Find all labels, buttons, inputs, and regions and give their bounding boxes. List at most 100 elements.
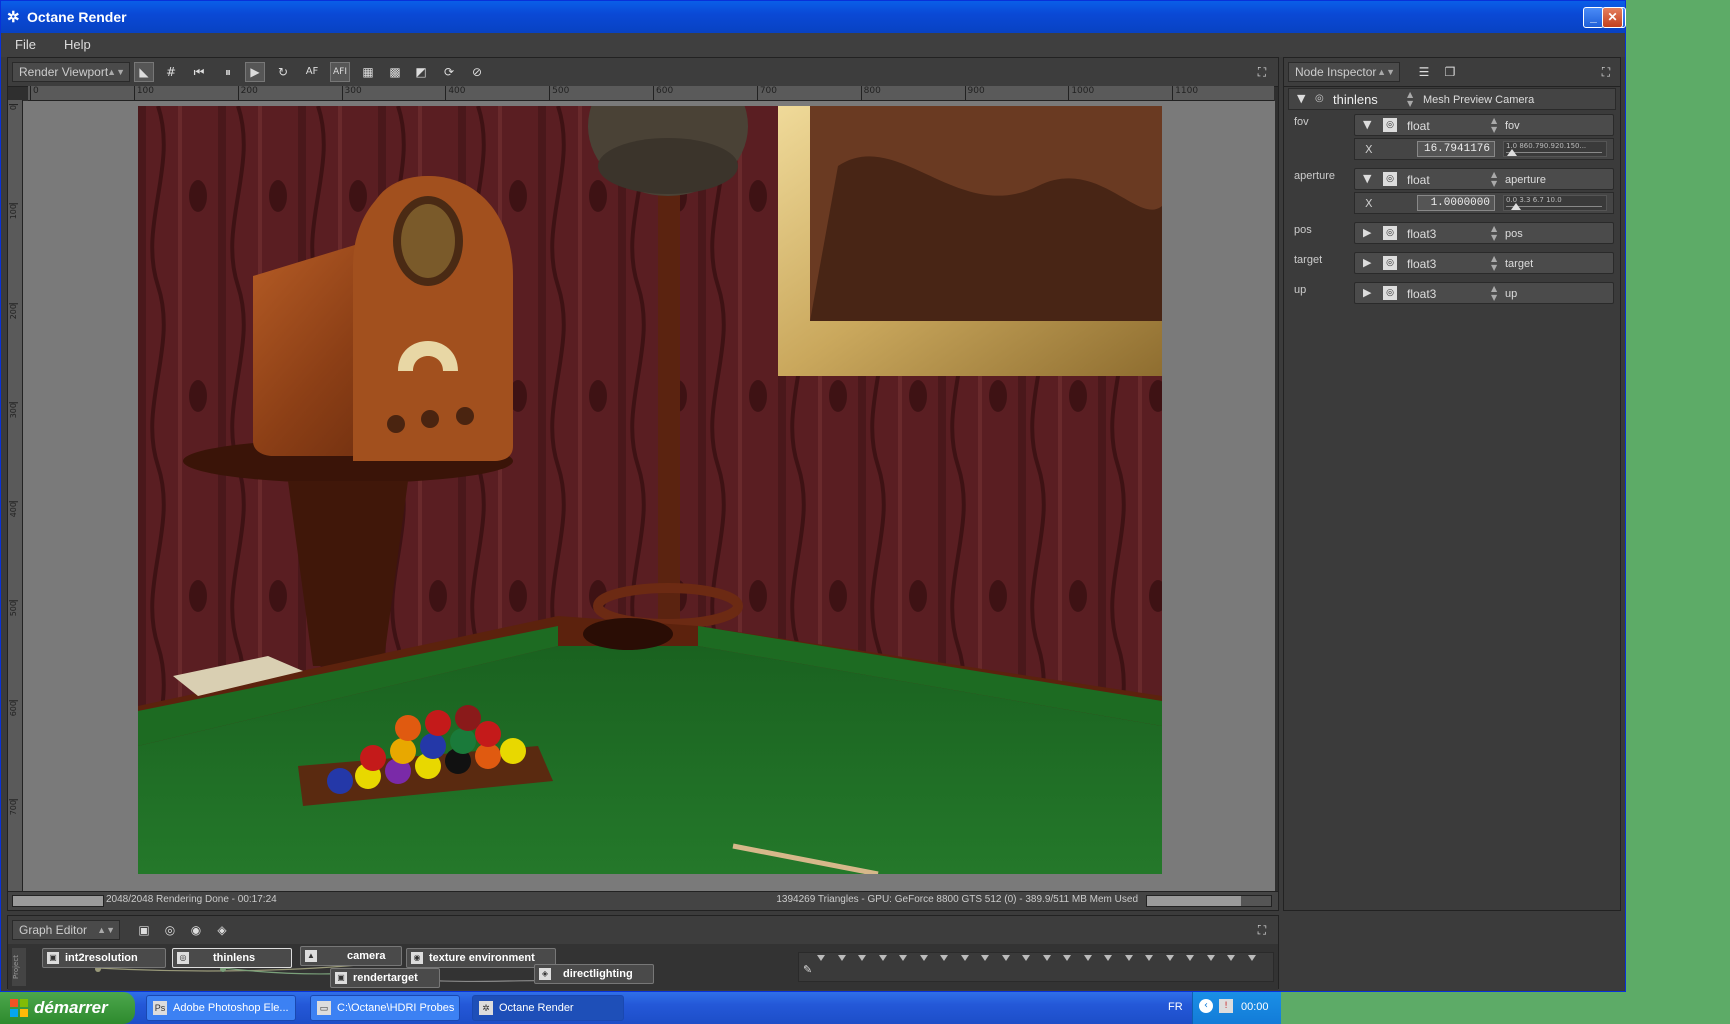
show-hidden-icons-icon[interactable]: ‹ [1199,999,1213,1013]
timeline-marker[interactable] [1104,955,1112,961]
environment-node-tool-icon[interactable]: ◉ [186,920,206,940]
notification-icon[interactable]: ! [1219,999,1233,1013]
render-target-pin-icon[interactable]: ✎ [803,963,812,976]
timeline-marker[interactable] [1227,955,1235,961]
timeline-marker[interactable] [940,955,948,961]
language-indicator[interactable]: FR [1168,1001,1183,1013]
select-tool-icon[interactable]: ◣ [134,62,154,82]
graph-node-camera[interactable]: ▲ camera [300,946,402,966]
aperture-slider-knob[interactable] [1510,203,1521,210]
maximize-inspector-icon[interactable]: ⛶ [1596,62,1616,82]
graph-node-label: texture environment [429,952,535,964]
pause-icon[interactable]: ⏸ [218,62,238,82]
timeline-marker[interactable] [1083,955,1092,961]
play-icon[interactable]: ▶ [245,62,265,82]
minimize-button[interactable]: _ [1583,7,1604,28]
timeline-marker[interactable] [1001,955,1010,961]
timeline-marker[interactable] [919,955,928,961]
fov-slider[interactable]: 1.0 860.790.920.150... [1503,141,1607,157]
rendered-scene-image[interactable] [138,106,1162,874]
add-node-icon[interactable]: ▣ [134,920,154,940]
collapse-node-icon[interactable]: ▼ [1297,92,1305,105]
graph-node-thinlens[interactable]: ◎ thinlens [172,948,292,968]
reset-camera-icon[interactable]: ⊘ [467,62,487,82]
graph-panel-selector[interactable]: Graph Editor ▲▼ [12,920,120,940]
timeline-marker[interactable] [1124,955,1133,961]
autofocus-icon[interactable]: AF [302,62,322,82]
clock[interactable]: 00:00 [1241,1001,1269,1013]
start-button[interactable]: démarrer [0,992,135,1024]
aperture-slider[interactable]: 0.0 3.3 6.7 10.0 [1503,195,1607,211]
inspector-panel-selector[interactable]: Node Inspector ▲▼ [1288,62,1400,82]
copy-node-icon[interactable]: ❐ [1440,62,1460,82]
maximize-graph-icon[interactable]: ⛶ [1252,920,1272,940]
expand-up-icon[interactable]: ▶ [1363,286,1371,299]
tiles-icon[interactable]: ◩ [411,62,431,82]
expand-pos-icon[interactable]: ▶ [1363,226,1371,239]
grid-icon[interactable]: # [161,62,181,82]
collapse-all-icon[interactable]: ☰ [1414,62,1434,82]
aperture-value-input[interactable]: 1.0000000 [1417,195,1495,211]
autofocus-image-icon[interactable]: AFI [330,62,350,82]
graph-node-rendertarget[interactable]: ▣ rendertarget [330,968,440,988]
maximize-viewport-icon[interactable]: ⛶ [1252,62,1272,82]
param-fov-type[interactable]: ▼ ◎ float ▲ ▼ fov [1354,114,1614,136]
timeline-marker[interactable] [981,955,989,961]
viewport-canvas[interactable] [23,101,1275,894]
fov-slider-knob[interactable] [1506,149,1517,156]
timeline-marker[interactable] [1247,955,1256,961]
viewport-panel-selector[interactable]: Render Viewport ▲▼ [12,62,130,82]
timeline-marker[interactable] [1186,955,1194,961]
timeline-marker[interactable] [1145,955,1153,961]
expand-target-icon[interactable]: ▶ [1363,256,1371,269]
graph-timeline-strip[interactable]: ✎ [798,952,1274,982]
start-label: démarrer [34,998,108,1017]
fov-value-input[interactable]: 16.7941176 [1417,141,1495,157]
param-target-type[interactable]: ▶ ◎ float3 ▲ ▼ target [1354,252,1614,274]
timeline-marker[interactable] [817,955,825,961]
menu-file[interactable]: File [15,37,36,52]
timeline-marker[interactable] [1206,955,1215,961]
taskbar-item-octane[interactable]: ✲ Octane Render [472,995,624,1021]
expand-aperture-icon[interactable]: ▼ [1363,172,1371,185]
timeline-marker[interactable] [1063,955,1071,961]
timeline-marker[interactable] [1022,955,1030,961]
close-button[interactable]: ✕ [1602,7,1623,28]
timeline-marker[interactable] [1042,955,1051,961]
type-spinner-icon[interactable]: ▲ ▼ [1491,116,1497,134]
graph-node-directlighting[interactable]: ◈ directlighting [534,964,654,984]
ruler-left-tick-label: 700 [9,798,18,816]
timeline-marker[interactable] [1165,955,1174,961]
type-spinner-icon[interactable]: ▲ ▼ [1491,254,1497,272]
rewind-icon[interactable]: ⏮ [189,62,209,82]
param-target-name: target [1505,258,1534,270]
type-spinner-icon[interactable]: ▲ ▼ [1491,224,1497,242]
param-label-up: up [1294,284,1307,296]
graph-node-int2resolution[interactable]: ▣ int2resolution [42,948,166,968]
lighting-node-tool-icon[interactable]: ◈ [212,920,232,940]
timeline-marker[interactable] [878,955,887,961]
timeline-marker[interactable] [837,955,846,961]
region-icon[interactable]: ▦ [358,62,378,82]
timeline-marker[interactable] [858,955,866,961]
title-bar[interactable]: ✲ Octane Render _ □ ✕ [1,1,1626,33]
reload-icon[interactable]: ↻ [273,62,293,82]
menu-bar: File Help [1,33,1625,57]
taskbar-item-photoshop[interactable]: Ps Adobe Photoshop Ele... [146,995,296,1021]
type-spinner-icon[interactable]: ▲ ▼ [1491,170,1497,188]
node-type-spinner-icon[interactable]: ▲ ▼ [1407,90,1413,108]
type-spinner-icon[interactable]: ▲ ▼ [1491,284,1497,302]
rotate-camera-icon[interactable]: ⟳ [439,62,459,82]
menu-help[interactable]: Help [64,37,91,52]
param-pos-type[interactable]: ▶ ◎ float3 ▲ ▼ pos [1354,222,1614,244]
node-type-label[interactable]: thinlens [1333,92,1378,107]
ruler-left-tick-label: 100 [9,203,18,220]
checker-icon[interactable]: ▩ [385,62,405,82]
expand-fov-icon[interactable]: ▼ [1363,118,1371,131]
timeline-marker[interactable] [960,955,969,961]
param-up-type[interactable]: ▶ ◎ float3 ▲ ▼ up [1354,282,1614,304]
timeline-marker[interactable] [899,955,907,961]
camera-node-tool-icon[interactable]: ◎ [160,920,180,940]
taskbar-item-explorer[interactable]: ▭ C:\Octane\HDRI Probes [310,995,460,1021]
param-aperture-type[interactable]: ▼ ◎ float ▲ ▼ aperture [1354,168,1614,190]
